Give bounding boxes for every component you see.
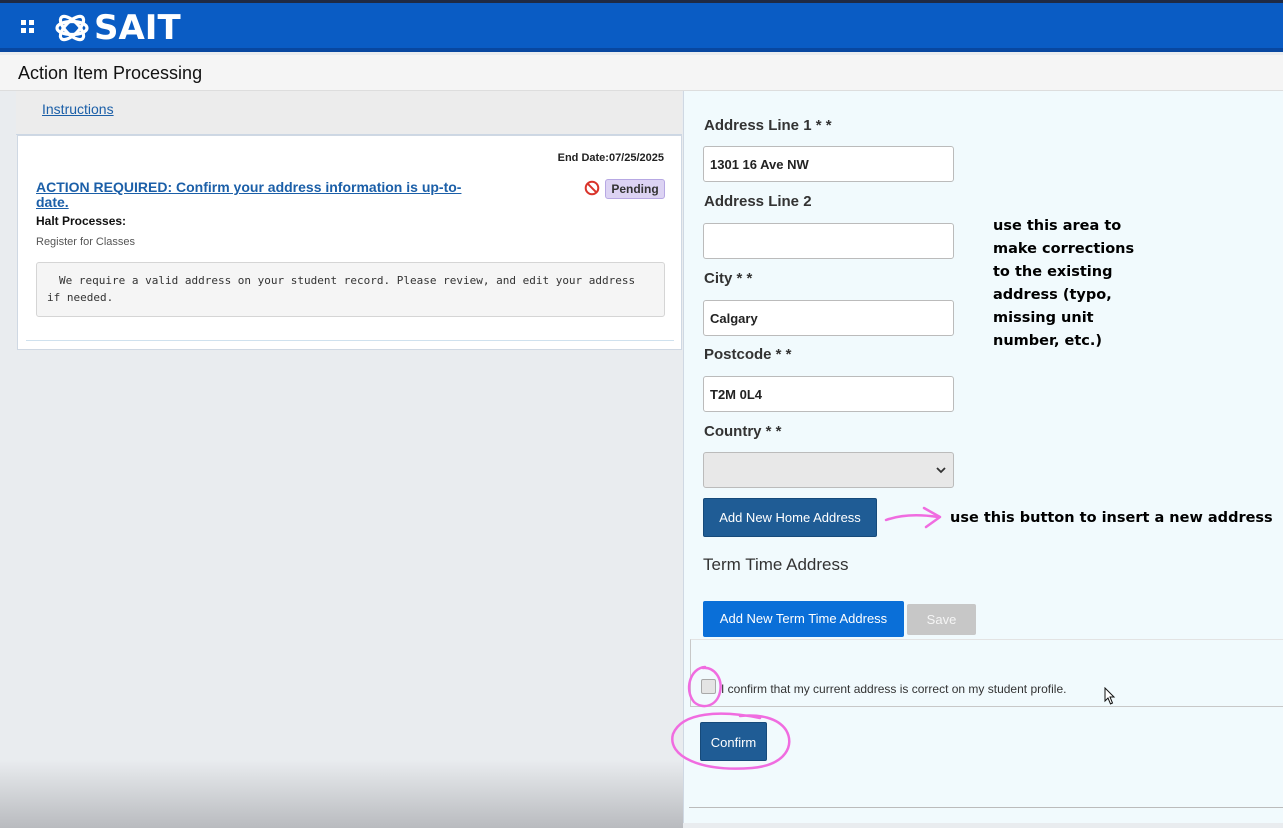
country-select[interactable] (703, 452, 954, 488)
confirm-checkbox-label: I confirm that my current address is cor… (721, 682, 1067, 696)
halt-processes-label: Halt Processes: (36, 214, 127, 228)
city-input[interactable] (703, 300, 954, 336)
sait-logo[interactable]: SAIT (54, 8, 181, 48)
annotation-line: number, etc.) (993, 333, 1103, 349)
corrections-annotation: use this area to make corrections to the… (993, 215, 1134, 353)
instructions-link[interactable]: Instructions (42, 101, 114, 117)
confirm-button[interactable]: Confirm (700, 722, 767, 761)
halt-processes-value: Register for Classes (36, 236, 136, 248)
term-time-address-heading: Term Time Address (703, 555, 849, 574)
country-label: Country * * (704, 423, 782, 440)
no-entry-icon (584, 180, 600, 196)
annotation-line: to the existing (993, 264, 1113, 280)
instructions-strip: Instructions (16, 91, 682, 135)
chevron-down-icon (936, 467, 946, 474)
address-line2-label: Address Line 2 (704, 193, 812, 210)
confirm-checkbox[interactable] (701, 679, 716, 694)
title-bar: Action Item Processing (0, 55, 1283, 91)
mouse-pointer-icon (1104, 687, 1116, 705)
address-line1-input[interactable] (703, 146, 954, 182)
grid-menu-icon[interactable] (21, 20, 34, 33)
end-date: End Date:07/25/2025 (557, 152, 664, 164)
address-line1-label: Address Line 1 * * (704, 117, 832, 134)
annotation-line: use this area to (993, 218, 1122, 234)
confirm-section (690, 639, 1283, 707)
add-new-home-address-button[interactable]: Add New Home Address (703, 498, 877, 537)
postcode-label: Postcode * * (704, 346, 792, 363)
divider (689, 807, 1283, 808)
action-item-title-link[interactable]: ACTION REQUIRED: Confirm your address in… (36, 180, 466, 210)
instruction-message: We require a valid address on your stude… (36, 262, 665, 317)
annotation-line: make corrections (993, 241, 1135, 257)
action-item-card: End Date:07/25/2025 ACTION REQUIRED: Con… (17, 135, 682, 350)
save-button[interactable]: Save (907, 604, 976, 635)
postcode-input[interactable] (703, 376, 954, 412)
page-title: Action Item Processing (18, 63, 203, 83)
logo-text: SAIT (94, 8, 181, 48)
sait-logo-mark-icon (55, 14, 89, 42)
status-badge: Pending (605, 179, 665, 199)
top-navbar: SAIT (0, 0, 1283, 52)
add-new-term-time-address-button[interactable]: Add New Term Time Address (703, 601, 904, 637)
city-label: City * * (704, 270, 753, 287)
annotation-line: address (typo, (993, 287, 1112, 303)
new-address-annotation: use this button to insert a new address (950, 510, 1273, 526)
divider (26, 340, 674, 341)
address-form-pane: Address Line 1 * * Address Line 2 City *… (683, 91, 1283, 823)
bottom-shadow (0, 760, 683, 828)
action-item-pane: Instructions End Date:07/25/2025 ACTION … (16, 91, 682, 351)
address-line2-input[interactable] (703, 223, 954, 259)
annotation-line: missing unit (993, 310, 1094, 326)
